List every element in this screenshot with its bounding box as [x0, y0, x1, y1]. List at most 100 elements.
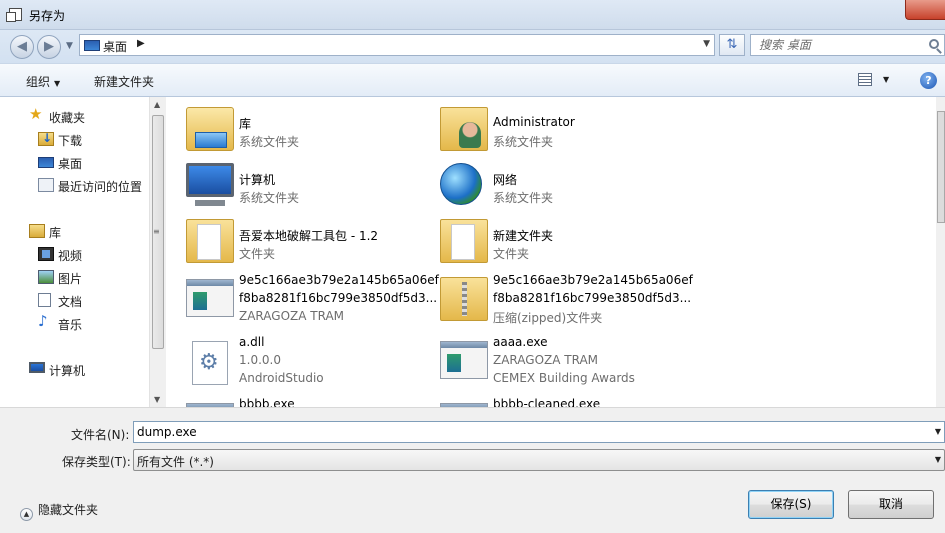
file-type: 系统文件夹: [493, 191, 554, 205]
user-folder-icon: [440, 107, 488, 151]
scroll-down-icon[interactable]: ▼: [154, 395, 160, 404]
file-type: 文件夹: [493, 247, 530, 261]
filetype-select[interactable]: 所有文件 (*.*) ▼: [133, 449, 945, 471]
file-name: a.dll: [239, 335, 265, 349]
file-name: 吾爱本地破解工具包 - 1.2: [239, 229, 379, 243]
file-item[interactable]: 库 系统文件夹: [166, 101, 416, 153]
window-title: 另存为: [29, 9, 66, 23]
file-type: 压缩(zipped)文件夹: [493, 311, 603, 325]
file-description: AndroidStudio: [239, 371, 324, 385]
organize-button[interactable]: 组织 ▼: [26, 73, 60, 90]
sidebar-item-label: 下载: [58, 134, 83, 148]
file-item[interactable]: 新建文件夹 文件夹: [420, 213, 670, 265]
file-name: 库: [239, 117, 252, 131]
file-name-continued: f8ba8281f16bc799e3850df5d3...: [493, 291, 692, 305]
filename-label: 文件名(N):: [71, 428, 130, 442]
filetype-value: 所有文件 (*.*): [137, 455, 214, 469]
file-item[interactable]: aaaa.exe ZARAGOZA TRAM CEMEX Building Aw…: [420, 333, 670, 393]
dll-icon: [192, 341, 228, 385]
file-name: 新建文件夹: [493, 229, 554, 243]
folder-icon: [186, 219, 234, 263]
file-type: 系统文件夹: [239, 135, 300, 149]
file-name: Administrator: [493, 115, 575, 129]
file-item[interactable]: 网络 系统文件夹: [420, 157, 670, 209]
scroll-up-icon[interactable]: ▲: [154, 100, 160, 109]
view-options-icon[interactable]: [858, 73, 872, 86]
chevron-down-icon: ▼: [54, 79, 61, 88]
scrollbar-grip-icon: ≡: [153, 227, 160, 236]
view-dropdown-icon[interactable]: ▼: [883, 75, 889, 84]
close-button[interactable]: [905, 0, 945, 20]
help-icon[interactable]: ?: [920, 72, 937, 89]
file-type: 系统文件夹: [239, 191, 300, 205]
scrollbar-thumb[interactable]: [937, 111, 945, 223]
desktop-icon: [38, 157, 54, 168]
refresh-button[interactable]: ⇅: [719, 34, 745, 56]
filename-combobox[interactable]: ▼: [133, 421, 945, 443]
computer-icon: [29, 362, 45, 373]
file-name: 计算机: [239, 173, 276, 187]
library-icon: [29, 224, 45, 238]
file-name: aaaa.exe: [493, 335, 548, 349]
cancel-button[interactable]: 取消: [848, 490, 934, 519]
recent-pages-dropdown-icon[interactable]: ▼: [66, 41, 73, 51]
file-name-continued: f8ba8281f16bc799e3850df5d3...: [239, 291, 438, 305]
command-bar: 组织 ▼ 新建文件夹 ▼ ?: [0, 63, 945, 97]
hide-folders-label: 隐藏文件夹: [38, 503, 99, 517]
chevron-up-icon: ▲: [20, 508, 33, 521]
file-item[interactable]: bbbb.exe: [166, 393, 416, 407]
file-item[interactable]: 计算机 系统文件夹: [166, 157, 416, 209]
breadcrumb-arrow-icon[interactable]: ▶: [137, 38, 145, 49]
file-name: bbbb-cleaned.exe: [493, 397, 601, 407]
file-item[interactable]: Administrator 系统文件夹: [420, 101, 670, 153]
file-item[interactable]: a.dll 1.0.0.0 AndroidStudio: [166, 333, 416, 393]
file-name: 网络: [493, 173, 518, 187]
sidebar-item-label: 库: [49, 226, 62, 240]
chevron-down-icon[interactable]: ▼: [935, 455, 941, 464]
file-version: 1.0.0.0: [239, 353, 281, 367]
forward-button[interactable]: ▶: [37, 35, 61, 59]
star-icon: ★: [29, 105, 43, 123]
organize-label: 组织: [26, 75, 51, 89]
file-name: bbbb.exe: [239, 397, 295, 407]
video-icon: [38, 247, 54, 261]
file-type: 系统文件夹: [493, 135, 554, 149]
file-name: 9e5c166ae3b79e2a145b65a06ef: [239, 273, 439, 287]
save-form: 文件名(N): ▼ 保存类型(T): 所有文件 (*.*) ▼ ▲ 隐藏文件夹 保…: [0, 407, 945, 533]
sidebar-item-label: 图片: [58, 272, 83, 286]
nav-pane-scrollbar[interactable]: ▲ ≡ ▼: [149, 97, 166, 407]
address-dropdown-icon[interactable]: ▼: [703, 39, 710, 49]
hide-folders-toggle[interactable]: ▲ 隐藏文件夹: [20, 501, 98, 521]
file-item[interactable]: bbbb-cleaned.exe: [420, 393, 670, 407]
address-bar[interactable]: 桌面 ▶ ▼: [79, 34, 715, 56]
file-list-scrollbar[interactable]: [936, 97, 945, 407]
breadcrumb-desktop[interactable]: 桌面: [103, 38, 127, 55]
file-description: CEMEX Building Awards: [493, 371, 635, 385]
file-company: ZARAGOZA TRAM: [493, 353, 599, 367]
filename-input[interactable]: [134, 422, 924, 442]
file-item[interactable]: 9e5c166ae3b79e2a145b65a06ef f8ba8281f16b…: [420, 269, 693, 329]
search-input[interactable]: [751, 35, 921, 55]
save-button[interactable]: 保存(S): [748, 490, 834, 519]
new-folder-button[interactable]: 新建文件夹: [94, 73, 154, 90]
downloads-folder-icon: [38, 131, 54, 146]
file-name: 9e5c166ae3b79e2a145b65a06ef: [493, 273, 693, 287]
folder-icon: [440, 219, 488, 263]
zip-folder-icon: [440, 277, 488, 321]
search-icon[interactable]: [929, 39, 939, 49]
sidebar-item-label: 计算机: [49, 364, 86, 378]
navigation-pane: ★ 收藏夹 下载 桌面 最近访问的位置 库 视频 图片 文档 ♪ 音乐 计算机: [0, 97, 166, 407]
file-item[interactable]: 吾爱本地破解工具包 - 1.2 文件夹: [166, 213, 416, 265]
file-description: ZARAGOZA TRAM: [239, 309, 345, 323]
title-bar: 另存为: [0, 0, 945, 30]
sidebar-item-label: 桌面: [58, 157, 83, 171]
window-icon: [6, 8, 22, 22]
network-icon: [440, 163, 482, 205]
sidebar-item-label: 视频: [58, 249, 83, 263]
search-box[interactable]: [750, 34, 945, 56]
file-type: 文件夹: [239, 247, 276, 261]
back-button[interactable]: ◀: [10, 35, 34, 59]
file-item[interactable]: 9e5c166ae3b79e2a145b65a06ef f8ba8281f16b…: [166, 269, 439, 329]
application-icon: [186, 279, 234, 317]
chevron-down-icon[interactable]: ▼: [935, 427, 941, 436]
